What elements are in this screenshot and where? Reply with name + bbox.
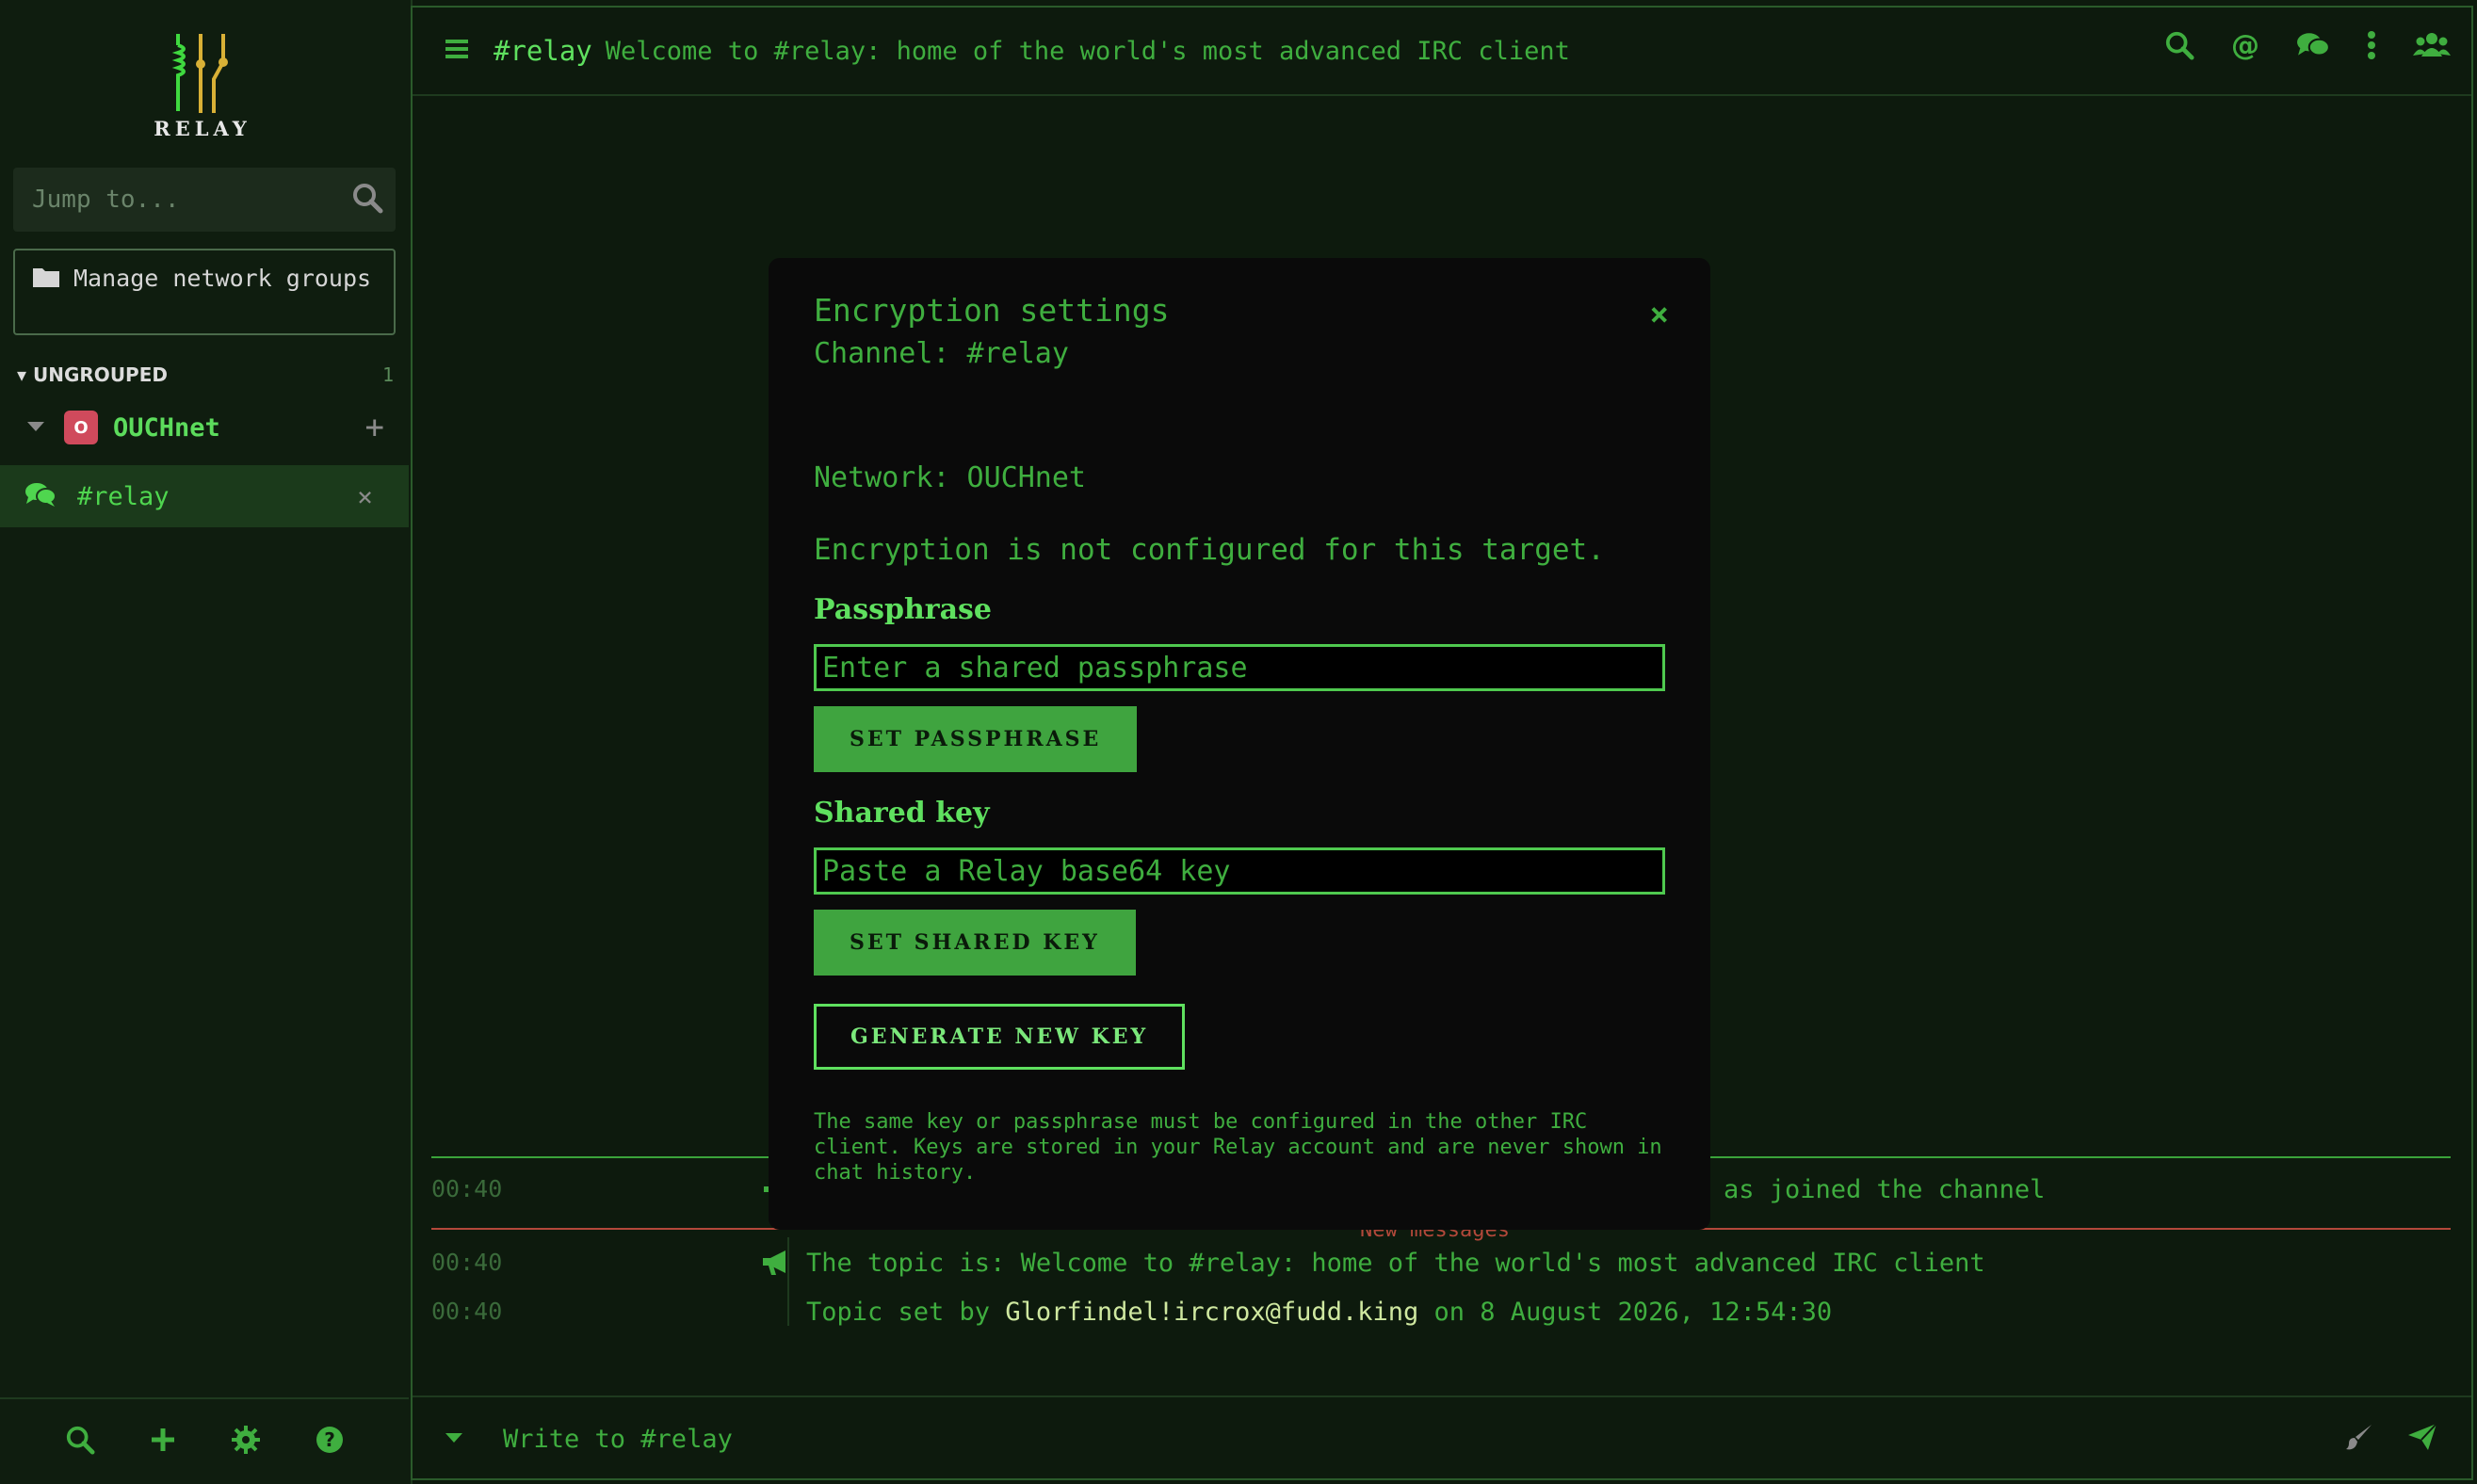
nick-link[interactable]: Glorfindel!ircrox@fudd.king [1005,1298,1418,1327]
encryption-settings-dialog: Encryption settings × Channel: #relay Ne… [769,258,1710,1230]
chat-icon [24,481,57,511]
conversations-icon[interactable] [2296,31,2330,59]
relay-logo: RELAY [151,32,254,140]
message-time: 00:40 [431,1249,503,1276]
network-name: OUCHnet [113,412,220,443]
more-icon[interactable] [2366,30,2377,60]
dialog-note: The same key or passphrase must be confi… [814,1110,1662,1185]
search-icon[interactable] [351,182,383,218]
message-input[interactable] [501,1423,2345,1455]
users-icon[interactable] [2413,31,2451,59]
send-icon[interactable] [2407,1423,2437,1455]
message-suffix: on 8 August 2026, 12:54:30 [1418,1298,1833,1327]
megaphone-icon [761,1249,791,1281]
encryption-status: Encryption is not configured for this ta… [814,533,1605,567]
group-name: UNGROUPED [33,363,168,386]
generate-new-key-button[interactable]: GENERATE NEW KEY [814,1004,1186,1070]
chevron-down-icon[interactable] [26,419,45,437]
topic-set-message: Topic set by Glorfindel!ircrox@fudd.king… [806,1298,1832,1327]
relay-logo-icon [171,34,228,113]
header-channel-name: #relay [494,35,592,67]
passphrase-input[interactable] [814,644,1665,691]
channel-item-relay[interactable]: #relay × [0,465,409,527]
shared-key-input[interactable] [814,847,1665,895]
message-text: The topic is: Welcome to #relay: home of… [806,1249,1985,1278]
jump-to-input[interactable] [30,185,351,215]
caret-down-icon: ▾ [17,363,27,386]
message-prefix: Topic set by [806,1298,1006,1327]
passphrase-label: Passphrase [814,593,992,626]
mention-icon[interactable]: @ [2230,30,2260,60]
chevron-down-icon[interactable] [445,1430,463,1448]
svg-text:@: @ [2231,30,2259,60]
group-header[interactable]: ▾ UNGROUPED 1 [17,362,394,388]
set-shared-key-button[interactable]: SET SHARED KEY [814,910,1136,976]
svg-text:?: ? [324,1428,335,1451]
plus-icon[interactable] [149,1426,177,1458]
dialog-channel: Channel: #relay [814,337,1069,370]
shared-key-label: Shared key [814,797,990,830]
header-actions: @ [2164,30,2451,60]
header-topic: Welcome to #relay: home of the world's m… [605,36,1570,66]
sidebar: RELAY Manage network groups ▾ UNGROUPED … [0,0,413,1484]
network-item-ouchnet[interactable]: O OUCHnet + [26,407,384,448]
composer [413,1395,2471,1480]
menu-icon[interactable] [445,39,469,63]
folder-icon [32,266,60,295]
formatting-brush-icon[interactable] [2345,1423,2373,1455]
dialog-network: Network: OUCHnet [814,461,1086,494]
message-text: as joined the channel [1724,1175,2046,1204]
add-channel-icon[interactable]: + [365,409,384,446]
sidebar-footer: ? [0,1397,409,1484]
close-channel-icon[interactable]: × [357,481,373,512]
message-time: 00:40 [431,1175,503,1202]
search-icon[interactable] [2164,30,2194,60]
channel-header: #relay Welcome to #relay: home of the wo… [413,8,2471,96]
manage-network-groups-label: Manage network groups [73,265,372,292]
manage-network-groups-button[interactable]: Manage network groups [13,249,396,335]
brand-name: RELAY [154,117,251,140]
channel-name: #relay [77,481,170,511]
message-time: 00:40 [431,1298,503,1325]
help-icon[interactable]: ? [315,1425,345,1459]
dialog-title: Encryption settings [814,292,1170,329]
close-icon[interactable]: × [1650,296,1669,333]
network-badge: O [64,411,98,444]
jump-to-box[interactable] [13,168,396,232]
gear-icon[interactable] [231,1425,261,1459]
group-count: 1 [381,363,394,386]
search-icon[interactable] [65,1425,95,1459]
group-toggle[interactable]: ▾ UNGROUPED [17,363,168,386]
set-passphrase-button[interactable]: SET PASSPHRASE [814,706,1138,772]
